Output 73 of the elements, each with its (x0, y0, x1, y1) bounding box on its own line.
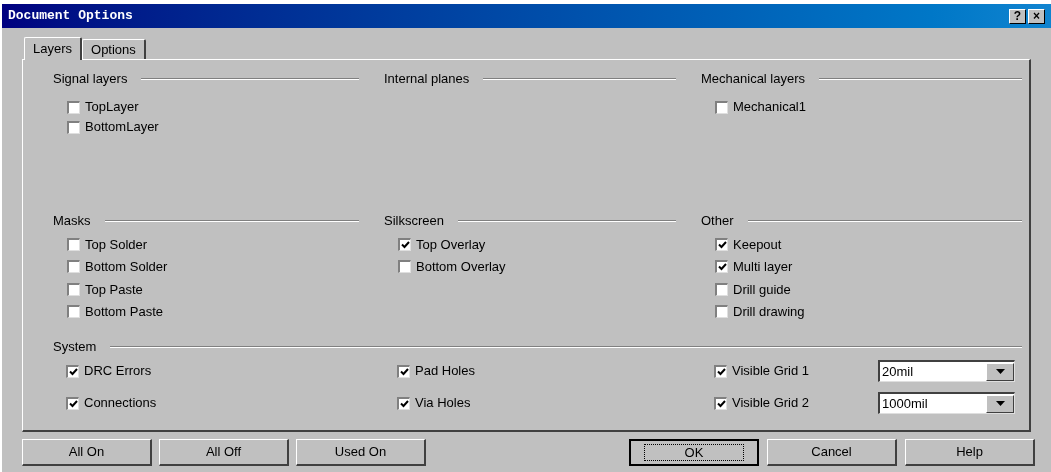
checkbox-label: Visible Grid 1 (732, 362, 810, 381)
checkbox[interactable] (66, 364, 79, 378)
group-title: Silkscreen (384, 212, 444, 231)
checkmark-icon (68, 367, 78, 376)
down-arrow-icon (995, 369, 1005, 374)
checkbox[interactable] (714, 364, 727, 378)
group-title: Other (701, 212, 734, 231)
checkbox-label: Top Solder (85, 235, 148, 254)
checkbox[interactable] (67, 237, 80, 251)
tab[interactable]: Options (82, 39, 146, 59)
checkmark-icon (399, 399, 409, 408)
checkbox-label: Keepout (733, 235, 782, 254)
checkbox[interactable] (67, 120, 80, 134)
checkbox[interactable] (67, 305, 80, 319)
checkbox[interactable] (715, 305, 728, 319)
checkbox[interactable] (67, 282, 80, 296)
checkbox-label: Visible Grid 2 (732, 394, 810, 413)
dialog-button[interactable]: Cancel (767, 439, 897, 466)
dialog-button[interactable]: All Off (159, 439, 289, 466)
checkbox-label: Top Paste (85, 280, 143, 299)
checkbox-label: Drill guide (733, 280, 791, 299)
dialog-button[interactable]: Help (905, 439, 1035, 466)
checkmark-icon (716, 367, 726, 376)
dropdown-arrow-button[interactable] (986, 362, 1014, 381)
title-bar-button[interactable]: × (1028, 8, 1045, 24)
checkbox[interactable] (398, 237, 411, 251)
down-arrow-icon (995, 401, 1005, 406)
checkbox[interactable] (715, 260, 728, 274)
checkbox[interactable] (397, 396, 410, 410)
checkmark-icon (717, 263, 727, 272)
group-title: Masks (53, 212, 91, 231)
dialog-button[interactable]: Used On (296, 439, 426, 466)
dropdown-value: 1000mil (881, 394, 929, 413)
title-bar-button[interactable]: ? (1009, 8, 1026, 24)
group-title: Internal planes (384, 70, 470, 89)
checkmark-icon (716, 399, 726, 408)
checkbox[interactable] (398, 260, 411, 274)
checkbox[interactable] (715, 100, 728, 114)
dropdown[interactable]: 1000mil (878, 392, 1015, 414)
group-title: Signal layers (53, 70, 128, 89)
checkbox[interactable] (67, 100, 80, 114)
checkbox[interactable] (397, 364, 410, 378)
checkbox-label: Connections (84, 394, 157, 413)
checkmark-icon (399, 367, 409, 376)
checkbox-label: Pad Holes (415, 362, 475, 381)
window-title: Document Options (8, 7, 133, 26)
checkbox-label: Mechanical1 (733, 98, 806, 117)
checkbox-label: Via Holes (415, 394, 471, 413)
checkbox[interactable] (715, 237, 728, 251)
checkbox-label: Bottom Solder (85, 258, 168, 276)
group-title: Mechanical layers (701, 70, 806, 89)
checkbox-label: DRC Errors (84, 362, 152, 381)
checkbox-label: Multi layer (733, 258, 793, 276)
checkbox[interactable] (66, 396, 79, 410)
checkmark-icon (68, 399, 78, 408)
group-title: System (53, 338, 97, 357)
checkbox-label: Top Overlay (416, 235, 486, 254)
dropdown-arrow-button[interactable] (986, 394, 1014, 413)
checkbox[interactable] (714, 396, 727, 410)
checkmark-icon (400, 240, 410, 249)
dropdown[interactable]: 20mil (878, 360, 1015, 382)
checkmark-icon (717, 240, 727, 249)
checkbox[interactable] (715, 282, 728, 296)
checkbox-label: TopLayer (85, 98, 139, 117)
tab[interactable]: Layers (24, 37, 83, 60)
checkbox-label: Drill drawing (733, 303, 805, 321)
dialog-button[interactable]: All On (22, 439, 152, 466)
dialog-button[interactable]: OK (629, 439, 759, 466)
checkbox[interactable] (67, 260, 80, 274)
dropdown-value: 20mil (881, 362, 915, 381)
checkbox-label: BottomLayer (85, 118, 159, 137)
checkbox-label: Bottom Overlay (416, 258, 506, 276)
checkbox-label: Bottom Paste (85, 303, 164, 321)
